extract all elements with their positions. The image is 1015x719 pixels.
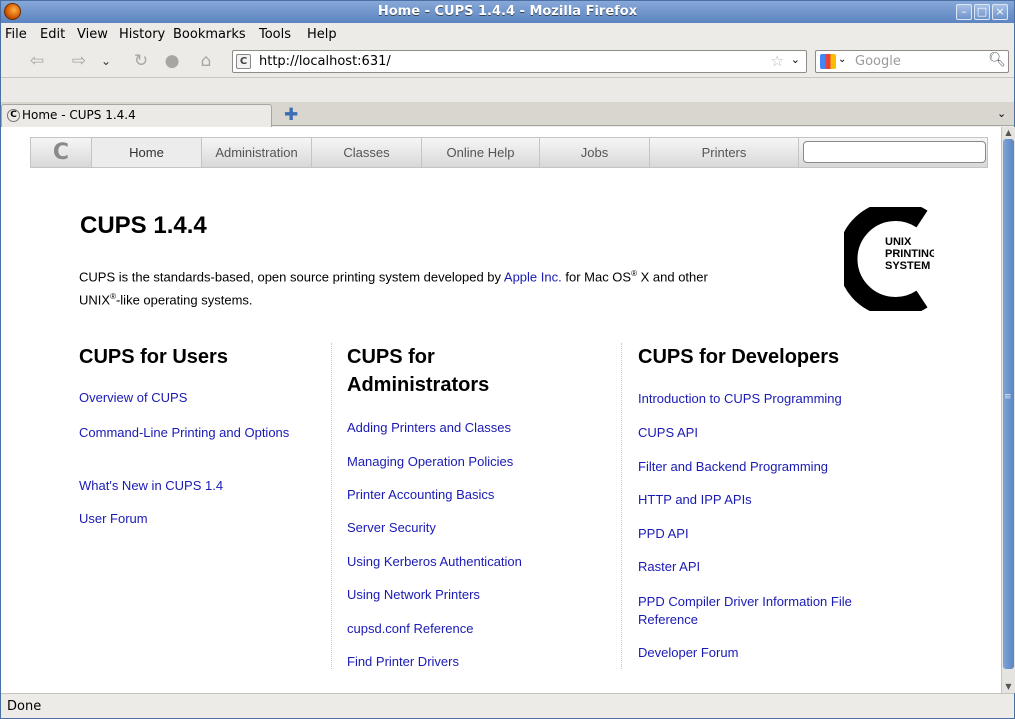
link-raster-api[interactable]: Raster API bbox=[638, 558, 700, 576]
url-bar[interactable]: C http://localhost:631/ ☆ ⌄ bbox=[232, 50, 807, 73]
cups-favicon-icon: C bbox=[7, 109, 20, 122]
tab-list-chevron-icon[interactable]: ⌄ bbox=[997, 107, 1006, 120]
status-bar: Done bbox=[1, 693, 1014, 718]
navigation-toolbar: ⇦ ⇨ ⌄ ↻ ● ⌂ C http://localhost:631/ ☆ ⌄ … bbox=[1, 45, 1014, 78]
menu-edit[interactable]: Edit bbox=[40, 27, 65, 42]
search-box[interactable]: ⌄ Google 🔍︎ bbox=[815, 50, 1009, 73]
apple-link[interactable]: Apple Inc. bbox=[504, 269, 562, 284]
intro-paragraph: CUPS is the standards-based, open source… bbox=[79, 264, 799, 311]
intro-text: CUPS is the standards-based, open source… bbox=[79, 269, 504, 285]
new-tab-icon[interactable]: ✚ bbox=[284, 105, 298, 125]
menu-view[interactable]: View bbox=[77, 27, 108, 42]
search-placeholder: Google bbox=[855, 54, 901, 69]
menu-file[interactable]: File bbox=[5, 27, 27, 42]
tab-online-help[interactable]: Online Help bbox=[421, 138, 539, 167]
link-cupsd-conf[interactable]: cupsd.conf Reference bbox=[347, 620, 473, 638]
browser-window: Home - CUPS 1.4.4 - Mozilla Firefox – □ … bbox=[0, 0, 1015, 719]
column-divider bbox=[331, 343, 332, 669]
link-kerberos[interactable]: Using Kerberos Authentication bbox=[347, 553, 522, 571]
column-divider bbox=[621, 343, 622, 669]
window-title: Home - CUPS 1.4.4 - Mozilla Firefox bbox=[377, 4, 638, 19]
scroll-up-icon[interactable]: ▲ bbox=[1003, 127, 1014, 138]
menu-bookmarks[interactable]: Bookmarks bbox=[173, 27, 246, 42]
cups-search-input[interactable] bbox=[803, 141, 986, 163]
bookmark-star-icon[interactable]: ☆ bbox=[771, 52, 784, 70]
developers-heading: CUPS for Developers bbox=[638, 346, 840, 368]
search-engine-icon[interactable] bbox=[820, 54, 836, 69]
link-cups-api[interactable]: CUPS API bbox=[638, 424, 698, 442]
intro-text: for Mac OS bbox=[561, 269, 632, 285]
users-heading: CUPS for Users bbox=[79, 346, 228, 368]
intro-text: UNIX bbox=[79, 292, 111, 308]
back-icon[interactable]: ⇦ bbox=[27, 51, 47, 71]
cups-logo-icon[interactable]: C bbox=[31, 138, 91, 167]
link-ppd-api[interactable]: PPD API bbox=[638, 525, 689, 543]
minimize-button[interactable]: – bbox=[956, 4, 972, 20]
scrollbar-grip-icon: ≡ bbox=[1004, 392, 1012, 402]
intro-text: X and other bbox=[637, 269, 708, 285]
link-server-security[interactable]: Server Security bbox=[347, 519, 436, 537]
tab-administration[interactable]: Administration bbox=[201, 138, 311, 167]
site-identity-icon[interactable]: C bbox=[236, 54, 251, 69]
tab-strip: C Home - CUPS 1.4.4 ✚ ⌄ bbox=[1, 102, 1014, 127]
logo-line: UNIX bbox=[885, 236, 912, 248]
tab-classes[interactable]: Classes bbox=[311, 138, 421, 167]
logo-line: PRINTING bbox=[885, 248, 934, 260]
url-dropdown-icon[interactable]: ⌄ bbox=[791, 53, 800, 66]
intro-text: -like operating systems. bbox=[115, 292, 253, 308]
link-accounting-basics[interactable]: Printer Accounting Basics bbox=[347, 486, 494, 504]
forward-icon[interactable]: ⇨ bbox=[69, 51, 89, 71]
logo-line: SYSTEM bbox=[885, 260, 930, 272]
link-adding-printers[interactable]: Adding Printers and Classes bbox=[347, 419, 511, 437]
tab-home-cups[interactable]: C Home - CUPS 1.4.4 bbox=[1, 104, 272, 127]
maximize-button[interactable]: □ bbox=[974, 4, 990, 20]
menu-help[interactable]: Help bbox=[307, 27, 337, 42]
home-icon[interactable]: ⌂ bbox=[196, 51, 216, 71]
admins-heading-line2: Administrators bbox=[347, 374, 490, 396]
tab-jobs[interactable]: Jobs bbox=[539, 138, 649, 167]
link-command-line-printing[interactable]: Command-Line Printing and Options bbox=[79, 424, 299, 442]
link-intro-programming[interactable]: Introduction to CUPS Programming bbox=[638, 390, 842, 408]
scroll-down-icon[interactable]: ▼ bbox=[1003, 681, 1014, 692]
status-text: Done bbox=[7, 699, 42, 714]
link-printer-drivers[interactable]: Find Printer Drivers bbox=[347, 653, 459, 671]
menu-history[interactable]: History bbox=[119, 27, 165, 42]
history-dropdown-icon[interactable]: ⌄ bbox=[96, 51, 116, 71]
link-ppd-compiler[interactable]: PPD Compiler Driver Information File Ref… bbox=[638, 593, 898, 629]
link-whats-new[interactable]: What's New in CUPS 1.4 bbox=[79, 477, 223, 495]
close-button[interactable]: × bbox=[992, 4, 1008, 20]
link-developer-forum[interactable]: Developer Forum bbox=[638, 644, 738, 662]
unix-printing-system-logo: UNIX PRINTING SYSTEM bbox=[844, 207, 934, 311]
search-icon[interactable]: 🔍︎ bbox=[988, 52, 1006, 68]
link-overview[interactable]: Overview of CUPS bbox=[79, 389, 187, 407]
title-bar: Home - CUPS 1.4.4 - Mozilla Firefox – □ … bbox=[1, 1, 1014, 23]
menu-tools[interactable]: Tools bbox=[259, 27, 291, 42]
tab-label: Home - CUPS 1.4.4 bbox=[22, 108, 136, 122]
tab-printers[interactable]: Printers bbox=[649, 138, 799, 167]
link-operation-policies[interactable]: Managing Operation Policies bbox=[347, 453, 513, 471]
page-content: C Home Administration Classes Online Hel… bbox=[1, 127, 1001, 693]
link-user-forum[interactable]: User Forum bbox=[79, 510, 148, 528]
link-filter-backend[interactable]: Filter and Backend Programming bbox=[638, 458, 828, 476]
scrollbar-thumb[interactable] bbox=[1003, 139, 1014, 669]
cups-navigation: C Home Administration Classes Online Hel… bbox=[30, 137, 988, 168]
vertical-scrollbar[interactable]: ▲ ≡ ▼ bbox=[1001, 127, 1015, 693]
reload-icon[interactable]: ↻ bbox=[131, 51, 151, 71]
search-engine-dropdown-icon[interactable]: ⌄ bbox=[838, 54, 846, 65]
page-title: CUPS 1.4.4 bbox=[80, 212, 207, 239]
tab-home[interactable]: Home bbox=[91, 138, 201, 167]
link-http-ipp[interactable]: HTTP and IPP APIs bbox=[638, 491, 752, 509]
url-text[interactable]: http://localhost:631/ bbox=[259, 54, 391, 69]
link-network-printers[interactable]: Using Network Printers bbox=[347, 586, 480, 604]
stop-icon[interactable]: ● bbox=[162, 51, 182, 71]
admins-heading-line1: CUPS for bbox=[347, 346, 435, 368]
menu-bar: File Edit View History Bookmarks Tools H… bbox=[1, 23, 1014, 45]
